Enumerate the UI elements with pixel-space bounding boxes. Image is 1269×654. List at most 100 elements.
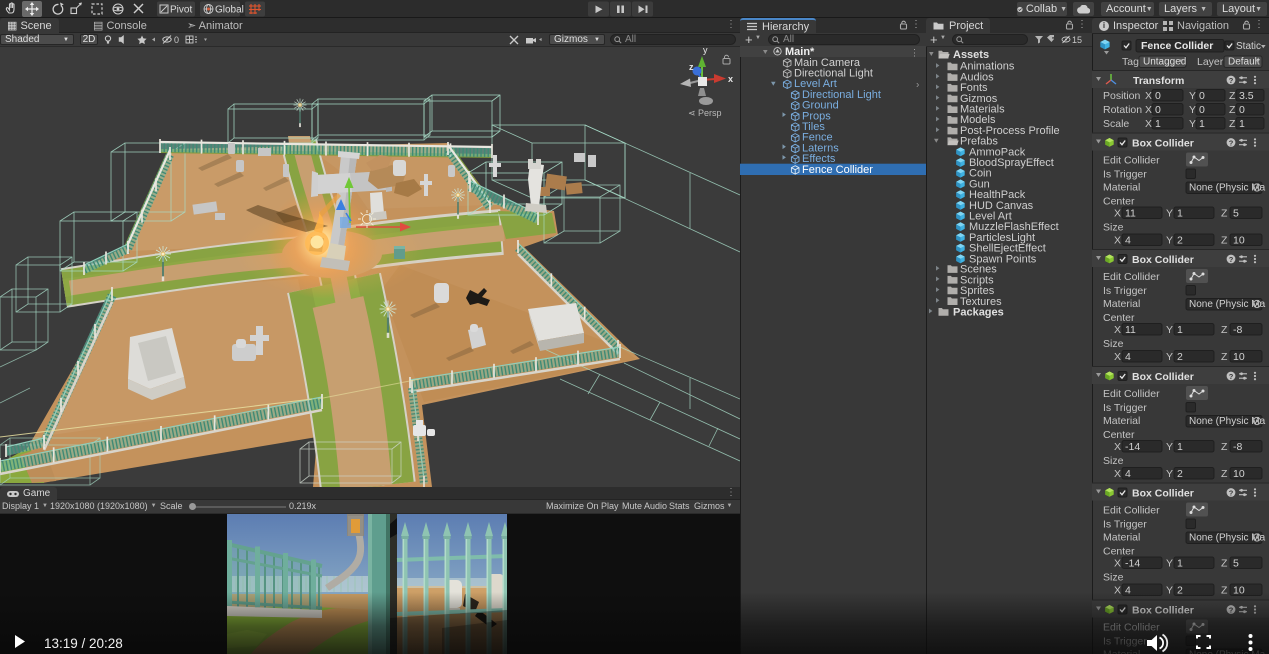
svg-text:5: 5 — [1233, 208, 1239, 220]
svg-text:Edit Collider: Edit Collider — [1103, 271, 1160, 283]
svg-text:0: 0 — [1239, 104, 1245, 116]
svg-text:Y: Y — [1166, 351, 1173, 363]
svg-text:None (Physic Ma: None (Physic Ma — [1189, 416, 1266, 427]
svg-text:-8: -8 — [1233, 441, 1242, 453]
svg-text:Y: Y — [1166, 208, 1173, 220]
svg-text:›: › — [916, 80, 919, 91]
svg-text:Default: Default — [1228, 57, 1260, 68]
svg-text:x: x — [728, 74, 733, 84]
svg-text:2: 2 — [1177, 235, 1183, 247]
svg-text:4: 4 — [1125, 235, 1131, 247]
svg-text:Z: Z — [1229, 104, 1236, 116]
svg-text:⋮: ⋮ — [910, 48, 919, 58]
svg-text:Layer: Layer — [1197, 56, 1224, 68]
svg-text:0: 0 — [1155, 104, 1161, 116]
svg-text:Is Trigger: Is Trigger — [1103, 169, 1147, 181]
svg-text:Edit Collider: Edit Collider — [1103, 155, 1160, 167]
svg-text:Center: Center — [1103, 546, 1135, 558]
svg-text:Y: Y — [1166, 441, 1173, 453]
svg-text:13:19 / 20:28: 13:19 / 20:28 — [44, 636, 123, 651]
svg-text:-14: -14 — [1125, 558, 1140, 570]
svg-text:2: 2 — [1177, 351, 1183, 363]
svg-text:Z: Z — [1221, 558, 1228, 570]
svg-text:1: 1 — [1177, 558, 1183, 570]
svg-text:Rotation: Rotation — [1103, 104, 1142, 116]
svg-text:X: X — [1114, 441, 1121, 453]
svg-text:X: X — [1114, 585, 1121, 597]
svg-text:Static: Static — [1236, 41, 1261, 52]
svg-text:Y: Y — [1189, 104, 1196, 116]
svg-text:1: 1 — [1155, 118, 1161, 130]
svg-text:Pivot: Pivot — [170, 5, 192, 16]
svg-text:Center: Center — [1103, 429, 1135, 441]
svg-text:Size: Size — [1103, 222, 1124, 234]
svg-text:Tag: Tag — [1122, 56, 1139, 68]
svg-text:1: 1 — [1199, 118, 1205, 130]
svg-text:Material: Material — [1103, 298, 1140, 310]
svg-text:X: X — [1145, 90, 1152, 102]
svg-text:Center: Center — [1103, 312, 1135, 324]
svg-text:Size: Size — [1103, 455, 1124, 467]
svg-text:X: X — [1114, 208, 1121, 220]
svg-text:10: 10 — [1233, 351, 1245, 363]
svg-text:None (Physic Ma: None (Physic Ma — [1189, 299, 1266, 310]
svg-text:Packages: Packages — [953, 307, 1004, 319]
svg-text:Material: Material — [1103, 182, 1140, 194]
svg-text:0: 0 — [1199, 90, 1205, 102]
svg-text:1: 1 — [1239, 118, 1245, 130]
svg-text:Scale: Scale — [1103, 118, 1129, 130]
svg-text:11: 11 — [1125, 324, 1136, 336]
svg-text:Material: Material — [1103, 415, 1140, 427]
svg-text:1: 1 — [1177, 324, 1183, 336]
svg-text:0: 0 — [174, 35, 179, 45]
svg-text:Z: Z — [1221, 585, 1228, 597]
svg-text:-14: -14 — [1125, 441, 1140, 453]
svg-text:Y: Y — [1166, 324, 1173, 336]
svg-text:2: 2 — [1177, 585, 1183, 597]
svg-text:Z: Z — [1221, 441, 1228, 453]
svg-text:Box Collider: Box Collider — [1132, 138, 1194, 150]
svg-text:Z: Z — [1229, 118, 1236, 130]
svg-text:Edit Collider: Edit Collider — [1103, 505, 1160, 517]
svg-text:z: z — [689, 62, 694, 72]
svg-text:Is Trigger: Is Trigger — [1103, 402, 1147, 414]
svg-text:Z: Z — [1229, 90, 1236, 102]
svg-text:10: 10 — [1233, 585, 1245, 597]
svg-text:None (Physic Ma: None (Physic Ma — [1189, 533, 1266, 544]
svg-text:Is Trigger: Is Trigger — [1103, 519, 1147, 531]
svg-text:Box Collider: Box Collider — [1132, 488, 1194, 500]
svg-text:Box Collider: Box Collider — [1132, 254, 1194, 266]
svg-text:Edit Collider: Edit Collider — [1103, 388, 1160, 400]
svg-text:3.5: 3.5 — [1239, 90, 1254, 102]
svg-text:11: 11 — [1125, 208, 1136, 220]
svg-text:1: 1 — [1177, 441, 1183, 453]
svg-text:y: y — [703, 47, 708, 55]
svg-text:Is Trigger: Is Trigger — [1103, 285, 1147, 297]
svg-text:X: X — [1114, 235, 1121, 247]
svg-text:0: 0 — [1155, 90, 1161, 102]
svg-text:Size: Size — [1103, 338, 1124, 350]
svg-text:5: 5 — [1233, 558, 1239, 570]
svg-text:Transform: Transform — [1133, 75, 1184, 87]
svg-text:4: 4 — [1125, 468, 1131, 480]
svg-text:Y: Y — [1166, 585, 1173, 597]
svg-text:Untagged: Untagged — [1143, 57, 1186, 68]
svg-text:Y: Y — [1189, 118, 1196, 130]
svg-text:10: 10 — [1233, 235, 1245, 247]
svg-text:Box Collider: Box Collider — [1132, 371, 1194, 383]
svg-text:4: 4 — [1125, 351, 1131, 363]
svg-text:Y: Y — [1166, 235, 1173, 247]
svg-text:Material: Material — [1103, 532, 1140, 544]
svg-text:X: X — [1114, 351, 1121, 363]
svg-text:Fence Collider: Fence Collider — [1141, 40, 1213, 52]
svg-text:Z: Z — [1221, 351, 1228, 363]
svg-text:Position: Position — [1103, 90, 1141, 102]
svg-text:15: 15 — [1072, 35, 1082, 45]
svg-text:X: X — [1114, 468, 1121, 480]
svg-text:4: 4 — [1125, 585, 1131, 597]
svg-text:X: X — [1145, 118, 1152, 130]
svg-text:10: 10 — [1233, 468, 1245, 480]
svg-text:Z: Z — [1221, 468, 1228, 480]
svg-text:Center: Center — [1103, 196, 1135, 208]
svg-text:Z: Z — [1221, 208, 1228, 220]
